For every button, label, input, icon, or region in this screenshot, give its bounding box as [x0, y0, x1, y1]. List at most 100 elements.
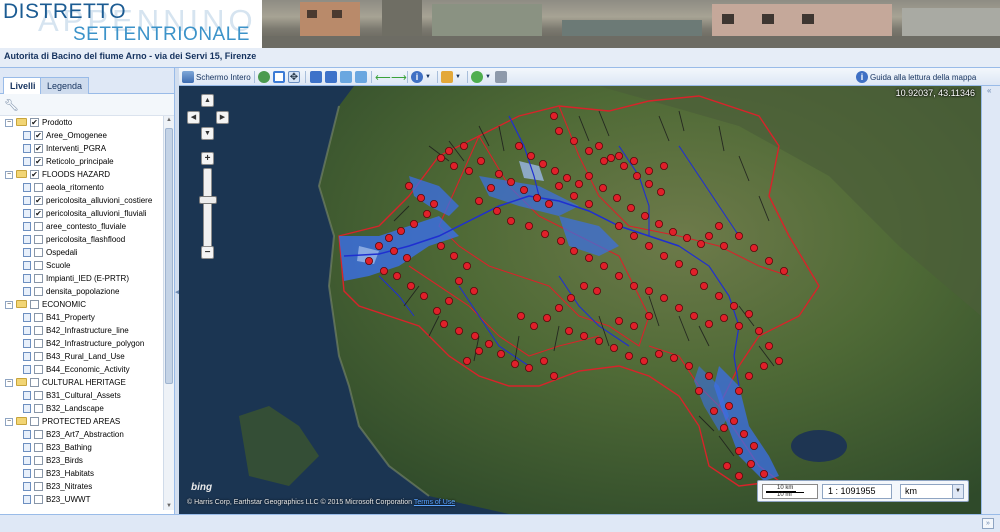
tree-layer[interactable]: Ospedali: [0, 246, 163, 259]
tree-group[interactable]: − PROTECTED AREAS: [0, 415, 163, 428]
tree-layer[interactable]: aeola_ritornento: [0, 181, 163, 194]
layer-checkbox[interactable]: [34, 222, 43, 231]
layer-checkbox[interactable]: ✔: [34, 196, 43, 205]
layer-checkbox[interactable]: [34, 313, 43, 322]
layer-checkbox[interactable]: [34, 482, 43, 491]
zoom-slider-handle[interactable]: [199, 196, 217, 204]
zoom-out-map-button[interactable]: −: [201, 246, 214, 259]
layer-checkbox[interactable]: [34, 391, 43, 400]
tree-layer[interactable]: ✔ Aree_Omogenee: [0, 129, 163, 142]
tree-group[interactable]: − ✔ FLOODS HAZARD: [0, 168, 163, 181]
layers-button[interactable]: ▼: [471, 70, 491, 84]
tree-layer[interactable]: aree_contesto_fluviale: [0, 220, 163, 233]
terms-of-use-link[interactable]: Terms of Use: [414, 499, 455, 506]
zoom-in-button[interactable]: [310, 70, 324, 84]
scroll-thumb[interactable]: [165, 128, 173, 384]
expand-toggle-icon[interactable]: −: [5, 171, 13, 179]
tree-layer[interactable]: B23_Bathing: [0, 441, 163, 454]
scale-select[interactable]: 1 : 1091955: [822, 484, 892, 499]
unit-select[interactable]: km ▼: [900, 484, 964, 499]
layer-checkbox[interactable]: ✔: [30, 118, 39, 127]
zoom-slider-track[interactable]: [203, 168, 212, 248]
zoom-in-map-button[interactable]: +: [201, 152, 214, 165]
layer-checkbox[interactable]: [34, 248, 43, 257]
layer-checkbox[interactable]: [34, 339, 43, 348]
layer-checkbox[interactable]: [34, 352, 43, 361]
layer-checkbox[interactable]: [34, 183, 43, 192]
tab-livelli[interactable]: Livelli: [3, 77, 43, 95]
tree-layer[interactable]: B23_Habitats: [0, 467, 163, 480]
right-collapsed-panel[interactable]: «: [981, 86, 1000, 514]
scroll-up-icon[interactable]: ▲: [165, 117, 173, 123]
zoom-out-button[interactable]: [325, 70, 339, 84]
layer-checkbox[interactable]: [34, 495, 43, 504]
tree-layer[interactable]: Scuole: [0, 259, 163, 272]
tree-layer[interactable]: B42_Infrastructure_line: [0, 324, 163, 337]
expand-toggle-icon[interactable]: −: [5, 418, 13, 426]
tree-layer[interactable]: B42_Infrastructure_polygon: [0, 337, 163, 350]
pan-up-button[interactable]: ▲: [201, 94, 214, 107]
guide-button[interactable]: i Guida alla lettura della mappa: [856, 70, 976, 84]
layer-checkbox[interactable]: [34, 443, 43, 452]
tree-layer[interactable]: B23_Birds: [0, 454, 163, 467]
pan-down-button[interactable]: ▼: [201, 127, 214, 140]
scroll-down-icon[interactable]: ▼: [165, 503, 173, 509]
layer-checkbox[interactable]: ✔: [34, 157, 43, 166]
tree-layer[interactable]: B31_Cultural_Assets: [0, 389, 163, 402]
layer-checkbox[interactable]: [30, 300, 39, 309]
expand-right-icon[interactable]: «: [987, 86, 991, 95]
map-view[interactable]: 10.92037, 43.11346 ▲ ◀ ▶ ▼ + − bing © Ha…: [179, 86, 981, 514]
tree-layer[interactable]: ✔ Reticolo_principale: [0, 155, 163, 168]
layer-checkbox[interactable]: [34, 365, 43, 374]
tree-layer[interactable]: B32_Landscape: [0, 402, 163, 415]
tree-group[interactable]: − ECONOMIC: [0, 298, 163, 311]
tab-legenda[interactable]: Legenda: [40, 77, 90, 94]
tree-layer[interactable]: B23_UWWT: [0, 493, 163, 506]
layer-checkbox[interactable]: ✔: [30, 170, 39, 179]
layer-checkbox[interactable]: [34, 326, 43, 335]
fullscreen-button[interactable]: Schermo Intero: [182, 70, 251, 84]
tree-layer[interactable]: B41_Property: [0, 311, 163, 324]
layer-checkbox[interactable]: ✔: [34, 144, 43, 153]
layer-checkbox[interactable]: [30, 417, 39, 426]
zoom-extent-button[interactable]: [258, 70, 272, 84]
tree-layer[interactable]: ✔ pericolosita_alluvioni_fluviali: [0, 207, 163, 220]
history-back-button[interactable]: ⟵: [375, 70, 391, 84]
layer-checkbox[interactable]: ✔: [34, 131, 43, 140]
layer-checkbox[interactable]: ✔: [34, 209, 43, 218]
collapse-footer-icon[interactable]: »: [982, 518, 994, 529]
tree-layer[interactable]: B23_Art7_Abstraction: [0, 428, 163, 441]
tree-layer[interactable]: pericolosita_flashflood: [0, 233, 163, 246]
layer-checkbox[interactable]: [34, 235, 43, 244]
print-button[interactable]: [495, 70, 509, 84]
expand-toggle-icon[interactable]: −: [5, 119, 13, 127]
layer-checkbox[interactable]: [30, 378, 39, 387]
pan-left-button[interactable]: ◀: [187, 111, 200, 124]
map-canvas[interactable]: [179, 86, 981, 514]
tree-layer[interactable]: B43_Rural_Land_Use: [0, 350, 163, 363]
expand-toggle-icon[interactable]: −: [5, 301, 13, 309]
tree-scrollbar[interactable]: ▲ ▼: [163, 116, 174, 510]
tree-layer[interactable]: densita_popolazione: [0, 285, 163, 298]
measure-button[interactable]: ▼: [441, 70, 461, 84]
tree-layer[interactable]: ✔ pericolosita_alluvioni_costiere: [0, 194, 163, 207]
expand-toggle-icon[interactable]: −: [5, 379, 13, 387]
tree-layer[interactable]: B44_Economic_Activity: [0, 363, 163, 376]
layer-checkbox[interactable]: [34, 469, 43, 478]
tree-layer[interactable]: B23_Nitrates: [0, 480, 163, 493]
info-button[interactable]: i ▼: [411, 70, 431, 84]
pan-right-button[interactable]: ▶: [216, 111, 229, 124]
pan-button[interactable]: ✥: [288, 70, 302, 84]
layer-checkbox[interactable]: [34, 404, 43, 413]
history-forward-button[interactable]: ⟶: [391, 70, 407, 84]
layer-checkbox[interactable]: [34, 430, 43, 439]
wrench-icon[interactable]: 🔧︎: [4, 98, 19, 112]
zoom-prev-button[interactable]: [340, 70, 354, 84]
tree-layer[interactable]: Impianti_IED (E-PRTR): [0, 272, 163, 285]
tree-layer[interactable]: ✔ Interventi_PGRA: [0, 142, 163, 155]
zoom-box-button[interactable]: [273, 70, 287, 84]
tree-group[interactable]: − CULTURAL HERITAGE: [0, 376, 163, 389]
zoom-selection-button[interactable]: [355, 70, 369, 84]
layer-checkbox[interactable]: [34, 274, 43, 283]
layer-checkbox[interactable]: [34, 287, 43, 296]
